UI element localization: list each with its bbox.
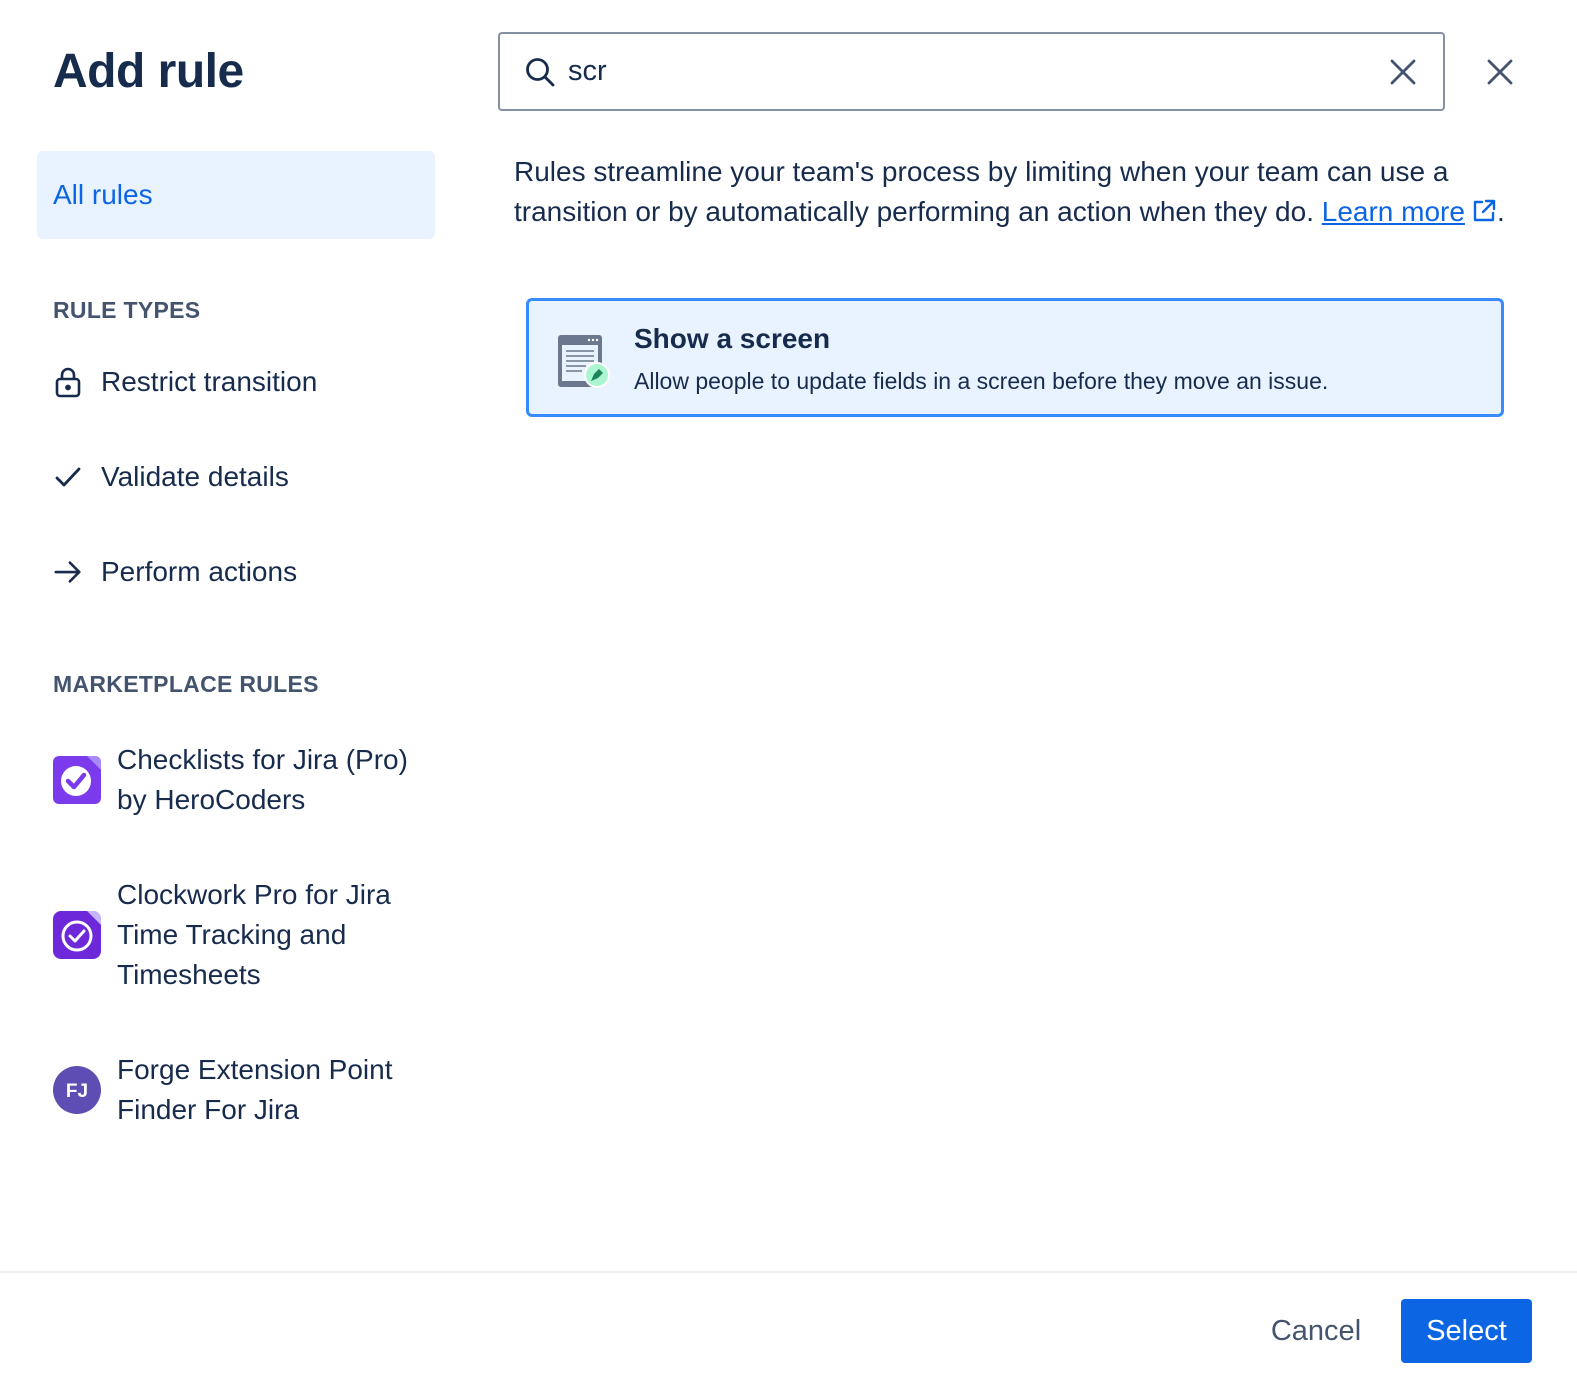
modal-title: Add rule xyxy=(53,45,244,98)
clear-search-button[interactable] xyxy=(1383,52,1423,92)
sidebar-item-perform-actions[interactable]: Perform actions xyxy=(53,556,297,588)
sidebar-item-clockwork-pro[interactable]: Clockwork Pro for Jira Time Tracking and… xyxy=(53,875,423,995)
fj-avatar-initials: FJ xyxy=(66,1081,88,1102)
marketplace-rules-heading: MARKETPLACE RULES xyxy=(53,671,319,697)
rule-card-description: Allow people to update fields in a scree… xyxy=(634,368,1329,394)
learn-more-label: Learn more xyxy=(1321,196,1465,227)
sidebar-item-label: Clockwork Pro for Jira Time Tracking and… xyxy=(117,879,391,990)
description-text: Rules streamline your team's process by … xyxy=(514,156,1449,227)
lock-icon xyxy=(53,367,83,398)
sidebar-item-checklists-for-jira[interactable]: Checklists for Jira (Pro) by HeroCoders xyxy=(53,740,423,820)
sidebar-item-forge-extension-point-finder[interactable]: FJ Forge Extension Point Finder For Jira xyxy=(53,1050,423,1130)
search-input[interactable] xyxy=(568,55,1383,88)
rules-description: Rules streamline your team's process by … xyxy=(514,152,1514,232)
external-link-icon xyxy=(1473,199,1496,222)
sidebar-item-label: Restrict transition xyxy=(101,366,318,397)
search-field[interactable] xyxy=(498,32,1445,111)
checklist-app-icon xyxy=(53,756,101,804)
sidebar-item-label: Checklists for Jira (Pro) by HeroCoders xyxy=(117,744,408,815)
arrow-right-icon xyxy=(53,557,83,587)
select-button[interactable]: Select xyxy=(1401,1299,1532,1363)
clockwork-app-icon xyxy=(53,911,101,959)
rule-types-heading: RULE TYPES xyxy=(53,297,201,323)
sidebar-item-label: Forge Extension Point Finder For Jira xyxy=(117,1054,393,1125)
sidebar-item-validate-details[interactable]: Validate details xyxy=(53,461,289,493)
sidebar-item-label: Validate details xyxy=(101,461,289,492)
modal-footer: Cancel Select xyxy=(0,1271,1577,1385)
screen-document-icon xyxy=(556,331,612,391)
close-icon xyxy=(1390,59,1416,84)
cancel-button[interactable]: Cancel xyxy=(1250,1299,1382,1363)
learn-more-link[interactable]: Learn more xyxy=(1322,196,1497,227)
rule-card-title: Show a screen xyxy=(634,323,831,354)
sidebar: All rules xyxy=(37,151,435,239)
sidebar-item-label: Perform actions xyxy=(101,556,298,587)
rule-card-show-a-screen[interactable]: Show a screen Allow people to update fie… xyxy=(526,298,1504,417)
fj-avatar-icon: FJ xyxy=(53,1066,101,1114)
close-icon xyxy=(1487,59,1513,85)
search-icon xyxy=(524,56,556,88)
description-period: . xyxy=(1496,196,1505,227)
close-modal-button[interactable] xyxy=(1478,50,1522,94)
sidebar-item-all-rules[interactable]: All rules xyxy=(37,151,435,239)
sidebar-item-restrict-transition[interactable]: Restrict transition xyxy=(53,366,317,398)
check-icon xyxy=(53,462,83,492)
